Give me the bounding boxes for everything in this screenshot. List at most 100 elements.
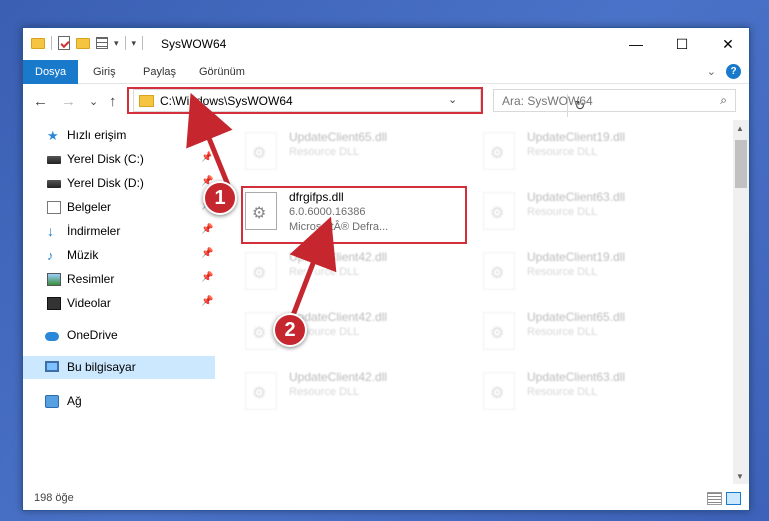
search-icon[interactable]: ⌕	[720, 93, 727, 108]
pin-icon[interactable]: 📌	[201, 296, 213, 307]
folder-icon	[139, 95, 154, 107]
view-toggle	[707, 492, 741, 505]
list-item[interactable]: UpdateClient42.dll Resource DLL	[221, 244, 441, 292]
view-options-icon[interactable]	[96, 37, 108, 49]
address-dropdown-icon[interactable]: ⌄	[448, 93, 457, 106]
sidebar-item-local-disk-c[interactable]: Yerel Disk (C:) 📌	[23, 148, 215, 171]
ribbon-expand-icon[interactable]: ⌄	[707, 65, 716, 78]
file-version: 6.0.6000.16386	[289, 206, 366, 218]
list-item[interactable]: UpdateClient63.dll Resource DLL	[459, 184, 679, 232]
recent-locations-button[interactable]: ⌄	[89, 95, 98, 108]
sidebar-item-documents[interactable]: Belgeler 📌	[23, 196, 215, 219]
details-view-icon[interactable]	[707, 492, 722, 505]
sidebar-item-this-pc[interactable]: Bu bilgisayar	[23, 356, 215, 379]
list-item[interactable]: UpdateClient19.dll Resource DLL	[459, 244, 679, 292]
address-bar[interactable]: C:\Windows\SysWOW64 ⌄ ↻	[133, 89, 585, 117]
sidebar-item-pictures[interactable]: Resimler 📌	[23, 268, 215, 291]
search-input[interactable]	[494, 90, 694, 111]
item-count: 198 öğe	[34, 492, 74, 504]
file-company: MicrosoftÂ® Defra...	[289, 221, 389, 233]
new-folder-icon[interactable]	[76, 37, 90, 49]
tab-file[interactable]: Dosya	[23, 60, 79, 84]
address-path[interactable]: C:\Windows\SysWOW64	[160, 94, 293, 108]
sidebar-item-label: İndirmeler	[67, 224, 121, 238]
quick-access-toolbar: ▾ ▾	[31, 36, 144, 50]
sidebar-item-label: Bu bilgisayar	[67, 360, 136, 374]
sidebar-item-local-disk-d[interactable]: Yerel Disk (D:) 📌	[23, 172, 215, 195]
sidebar-item-videos[interactable]: Videolar 📌	[23, 292, 215, 315]
properties-icon[interactable]	[58, 36, 70, 50]
file-type: Resource DLL	[289, 266, 360, 278]
dll-file-icon	[483, 312, 515, 350]
sidebar-item-downloads[interactable]: ↓ İndirmeler 📌	[23, 220, 215, 243]
file-name: UpdateClient42.dll	[289, 370, 388, 384]
disk-icon	[47, 180, 61, 188]
vertical-scrollbar[interactable]: ▲ ▼	[733, 120, 749, 484]
dll-file-icon	[245, 372, 277, 410]
file-type: Resource DLL	[527, 266, 598, 278]
ribbon-controls: ⌄ ?	[707, 64, 741, 79]
search-box[interactable]: ⌕	[493, 89, 736, 112]
dll-file-icon	[483, 192, 515, 230]
navigation-pane: ★ Hızlı erişim Yerel Disk (C:) 📌 Yerel D…	[23, 124, 215, 484]
list-item[interactable]: UpdateClient63.dll Resource DLL	[459, 364, 679, 412]
toolbar-divider	[51, 36, 52, 50]
file-type: Resource DLL	[527, 206, 598, 218]
scroll-up-icon[interactable]: ▲	[736, 124, 744, 133]
sidebar-item-quick-access[interactable]: ★ Hızlı erişim	[23, 124, 215, 147]
maximize-button[interactable]: ☐	[659, 28, 705, 60]
dll-file-icon	[483, 372, 515, 410]
back-button[interactable]: ←	[33, 93, 48, 110]
file-type: Resource DLL	[527, 386, 598, 398]
customize-toolbar-icon[interactable]: ▾	[132, 38, 137, 49]
scrollbar-thumb[interactable]	[735, 140, 747, 188]
file-type: Resource DLL	[289, 146, 360, 158]
pin-icon[interactable]: 📌	[201, 224, 213, 235]
documents-icon	[47, 201, 61, 214]
toolbar-divider	[142, 36, 144, 50]
file-name: UpdateClient65.dll	[527, 310, 626, 324]
forward-button[interactable]: →	[61, 93, 76, 110]
file-type: Resource DLL	[289, 386, 360, 398]
tab-view[interactable]: Görünüm	[187, 60, 257, 84]
pin-icon[interactable]: 📌	[201, 248, 213, 259]
file-name: UpdateClient19.dll	[527, 250, 626, 264]
sidebar-item-label: Müzik	[67, 248, 99, 262]
minimize-button[interactable]: —	[613, 28, 659, 60]
status-bar: 198 öğe	[23, 488, 749, 510]
sidebar-item-label: Videolar	[67, 296, 111, 310]
close-button[interactable]: ✕	[705, 28, 749, 60]
sidebar-item-label: Belgeler	[67, 200, 112, 214]
file-type: Resource DLL	[527, 326, 598, 338]
pin-icon[interactable]: 📌	[201, 152, 213, 163]
pin-icon[interactable]: 📌	[201, 272, 213, 283]
downloads-icon: ↓	[47, 223, 54, 239]
sidebar-item-music[interactable]: ♪ Müzik 📌	[23, 244, 215, 267]
tab-share[interactable]: Paylaş	[131, 60, 188, 84]
title-bar: ▾ ▾ SysWOW64 — ☐ ✕	[23, 28, 749, 60]
window-title: SysWOW64	[161, 37, 227, 51]
up-button[interactable]: ↑	[109, 93, 117, 110]
list-item-dfrgifps[interactable]: dfrgifps.dll 6.0.6000.16386 MicrosoftÂ® …	[221, 184, 441, 233]
dll-file-icon	[245, 252, 277, 290]
sidebar-item-onedrive[interactable]: OneDrive	[23, 324, 215, 347]
file-type: Resource DLL	[527, 146, 598, 158]
large-icons-view-icon[interactable]	[726, 492, 741, 505]
sidebar-item-label: Yerel Disk (C:)	[67, 152, 144, 166]
chevron-down-icon[interactable]: ▾	[114, 38, 119, 49]
network-icon	[45, 395, 59, 408]
help-icon[interactable]: ?	[726, 64, 741, 79]
file-list: UpdateClient65.dll Resource DLL dfrgifps…	[221, 124, 731, 484]
list-item[interactable]: UpdateClient65.dll Resource DLL	[221, 124, 441, 172]
pictures-icon	[47, 273, 61, 286]
onedrive-icon	[45, 332, 59, 341]
list-item[interactable]: UpdateClient42.dll Resource DLL	[221, 364, 441, 412]
list-item[interactable]: UpdateClient65.dll Resource DLL	[459, 304, 679, 352]
tab-home[interactable]: Giriş	[81, 60, 128, 84]
sidebar-item-network[interactable]: Ağ	[23, 390, 215, 413]
list-item[interactable]: UpdateClient42.dll Resource DLL	[221, 304, 441, 352]
list-item[interactable]: UpdateClient19.dll Resource DLL	[459, 124, 679, 172]
scroll-down-icon[interactable]: ▼	[736, 472, 744, 481]
sidebar-item-label: Resimler	[67, 272, 115, 286]
sidebar-item-label: Yerel Disk (D:)	[67, 176, 144, 190]
